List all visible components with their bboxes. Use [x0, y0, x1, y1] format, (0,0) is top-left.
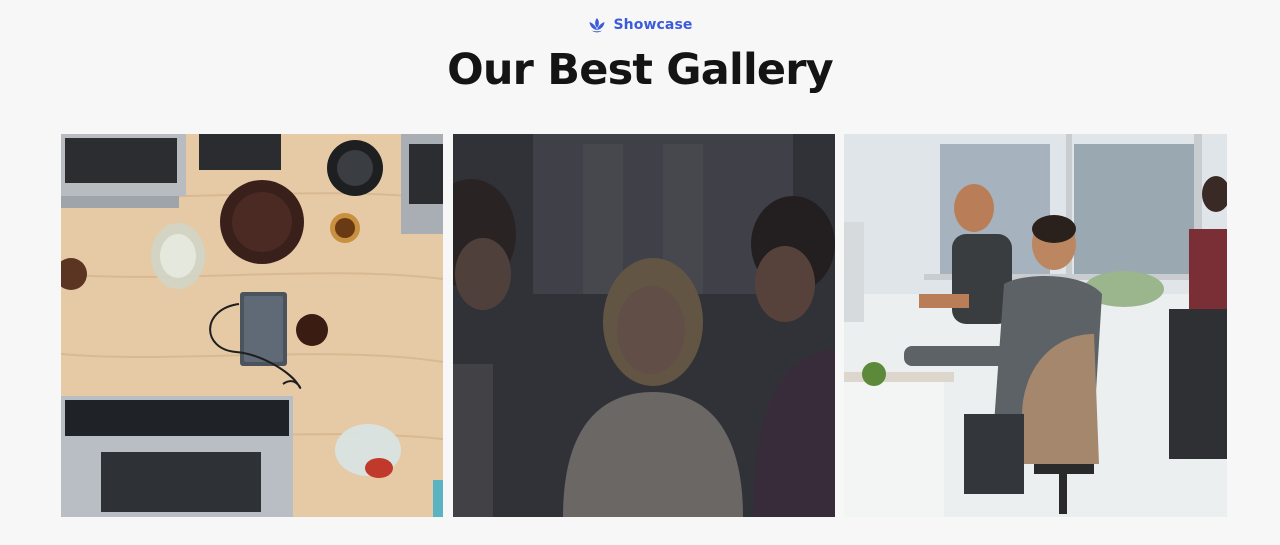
- gallery-item-desk[interactable]: [61, 134, 443, 517]
- office-meeting-photo: [844, 134, 1227, 517]
- desk-with-laptops-photo: [61, 134, 443, 517]
- gallery-item-team[interactable]: [453, 134, 835, 517]
- team-looking-at-screen-photo: [453, 134, 835, 517]
- gallery-grid: [61, 134, 1227, 517]
- section-title: Our Best Gallery: [447, 45, 834, 95]
- section-eyebrow: Showcase: [0, 14, 1280, 36]
- lotus-leaf-icon: [588, 16, 606, 34]
- gallery-item-office[interactable]: [844, 134, 1227, 517]
- section-eyebrow-label: Showcase: [613, 17, 693, 33]
